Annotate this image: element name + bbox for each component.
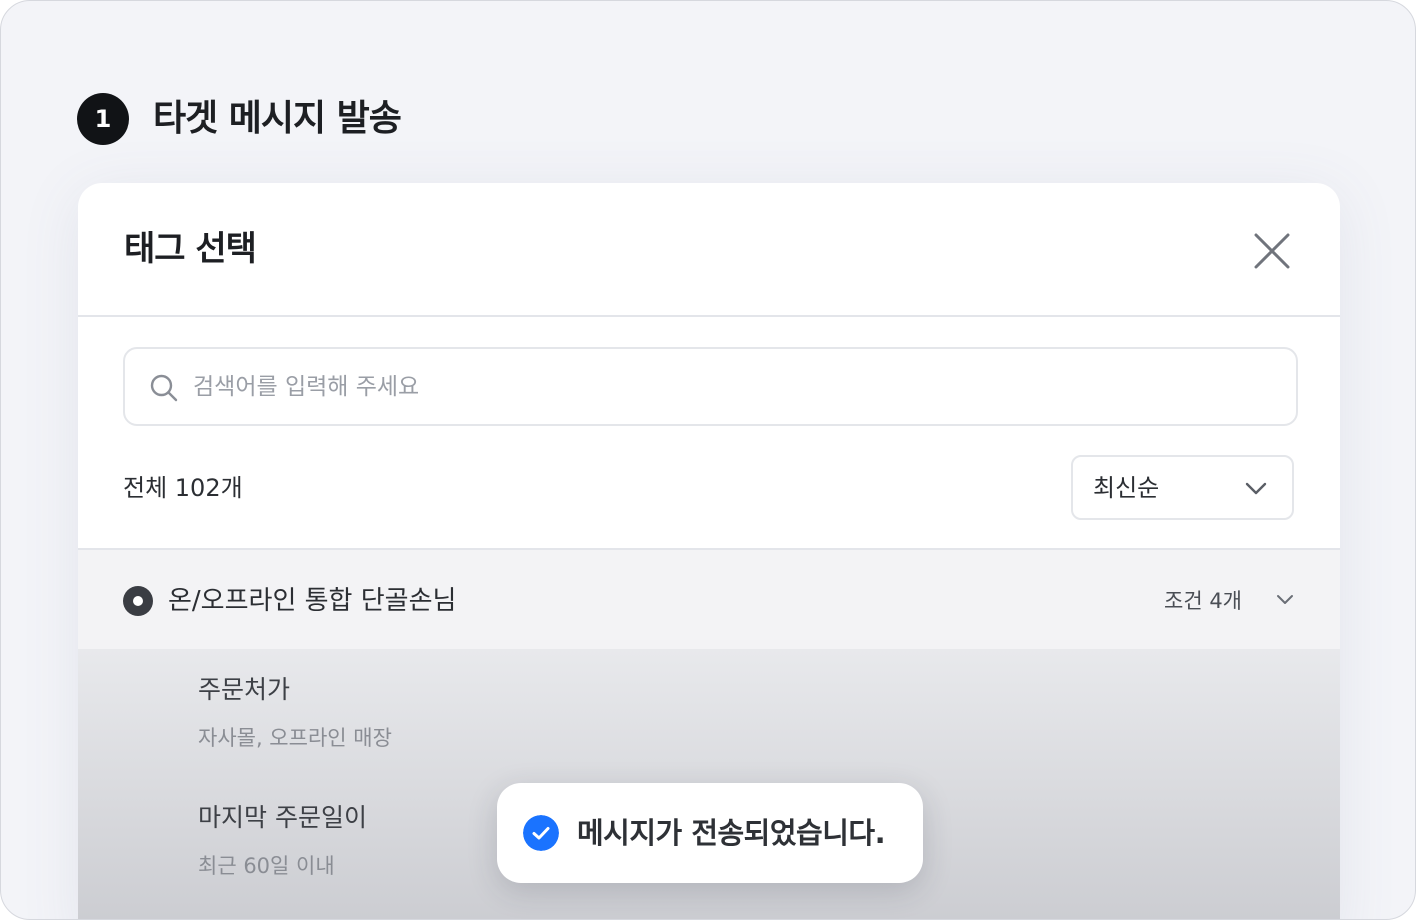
- sort-selected-value: 최신순: [1093, 474, 1160, 502]
- radio-selected[interactable]: [123, 586, 153, 616]
- success-toast: 메시지가 전송되었습니다.: [497, 783, 923, 883]
- modal-title: 태그 선택: [124, 229, 257, 269]
- header-divider: [78, 315, 1340, 317]
- condition-title: 마지막 주문일이: [198, 803, 367, 832]
- tag-name: 온/오프라인 통합 단골손님: [168, 586, 457, 616]
- step-title: 타겟 메시지 발송: [153, 98, 402, 139]
- app-frame: 1 타겟 메시지 발송 태그 선택 전체 102개 최신순: [0, 0, 1416, 920]
- check-circle-icon: [523, 815, 559, 851]
- chevron-down-icon: [1245, 482, 1267, 495]
- condition-title: 주문처가: [198, 675, 291, 704]
- step-number: 1: [94, 105, 112, 133]
- search-icon: [150, 374, 178, 402]
- sort-dropdown[interactable]: 최신순: [1071, 455, 1294, 520]
- step-number-badge: 1: [77, 93, 129, 145]
- tag-condition-count: 조건 4개: [1164, 589, 1242, 613]
- tag-list-item[interactable]: 온/오프라인 통합 단골손님 조건 4개: [78, 550, 1340, 649]
- chevron-down-icon[interactable]: [1274, 588, 1296, 610]
- total-count: 전체 102개: [123, 474, 243, 502]
- toast-message: 메시지가 전송되었습니다.: [577, 816, 886, 850]
- condition-value: 최근 60일 이내: [198, 854, 335, 878]
- search-box[interactable]: [123, 347, 1298, 426]
- close-button[interactable]: [1250, 229, 1294, 273]
- search-input[interactable]: [193, 349, 1283, 424]
- close-icon: [1254, 233, 1290, 269]
- condition-value: 자사몰, 오프라인 매장: [198, 726, 392, 750]
